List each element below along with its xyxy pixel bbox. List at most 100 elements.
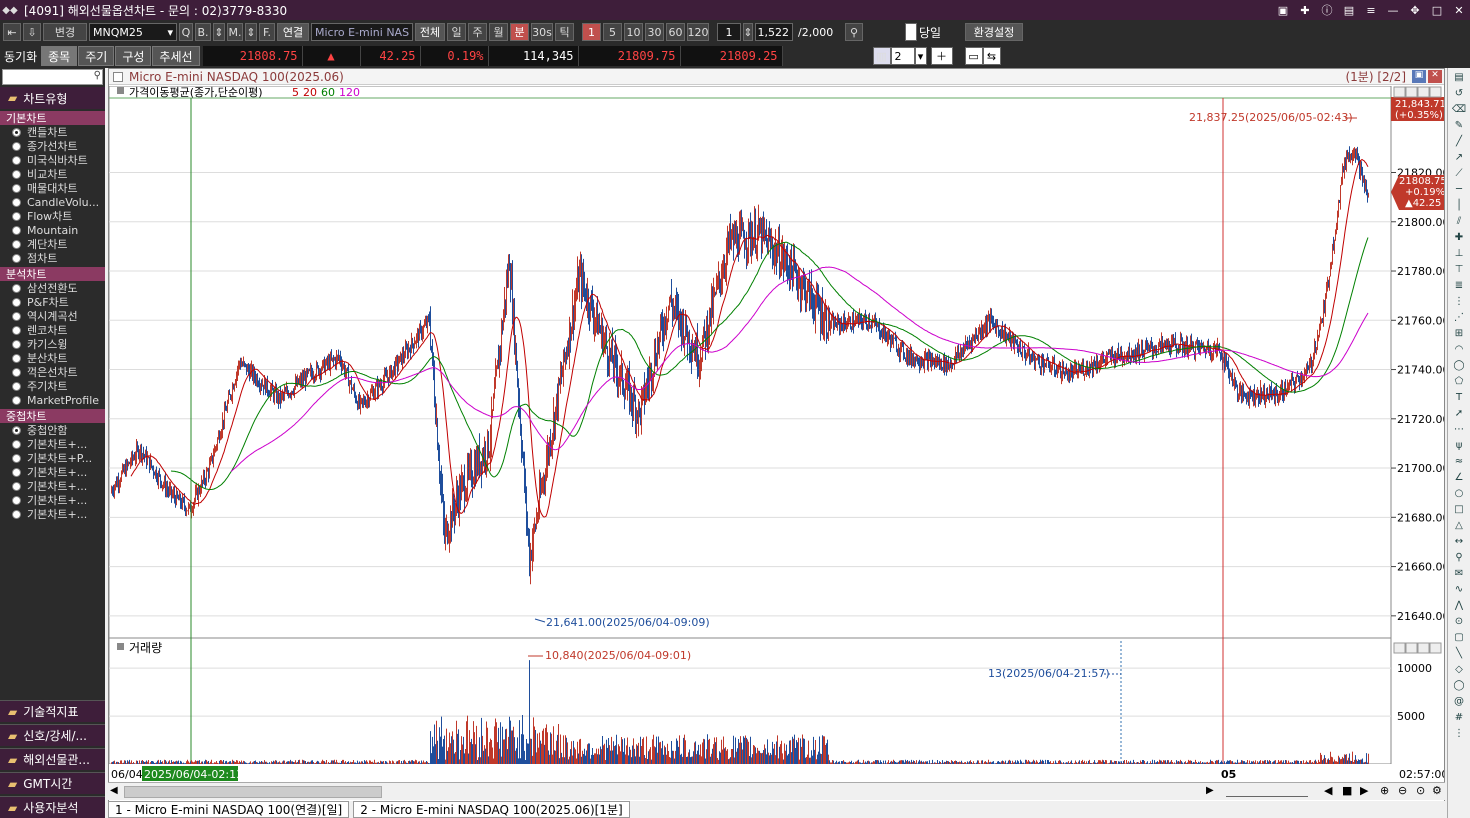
pitchfork-icon[interactable]: ψ: [1451, 438, 1467, 452]
radio-icon[interactable]: [12, 325, 21, 335]
pin-icon[interactable]: ✚: [1294, 0, 1316, 20]
sidebar-item[interactable]: 계단차트: [0, 237, 105, 251]
fib-ratio-icon[interactable]: ≣: [1451, 278, 1467, 292]
interval-5[interactable]: 5: [603, 23, 622, 41]
btn-b[interactable]: B.: [195, 23, 211, 41]
sidebar-search-input[interactable]: ⚲: [2, 69, 103, 85]
scroll-right-icon[interactable]: ▶: [1206, 785, 1214, 796]
sidebar-item[interactable]: 기본차트+P...: [0, 451, 105, 465]
radio-icon[interactable]: [12, 509, 21, 519]
sidebar-bottom-futures[interactable]: ▰ 해외선물관...: [0, 748, 105, 770]
circle-icon[interactable]: ○: [1451, 486, 1467, 500]
down-icon[interactable]: ⇩: [23, 23, 41, 41]
spiral-icon[interactable]: @: [1451, 694, 1467, 708]
channel-icon[interactable]: ⫽: [1451, 214, 1467, 228]
scroll-thumb[interactable]: [124, 786, 382, 798]
swap-icon[interactable]: ⇆: [982, 47, 1001, 65]
radio-icon[interactable]: [12, 467, 21, 477]
rect-icon[interactable]: □: [1451, 502, 1467, 516]
sidebar-bottom-indicators[interactable]: ▰ 기술적지표: [0, 700, 105, 722]
btn-q[interactable]: Q: [179, 23, 193, 41]
interval-input[interactable]: 1: [717, 23, 741, 41]
cycle-icon[interactable]: ∿: [1451, 582, 1467, 596]
ray-icon[interactable]: ↗: [1451, 150, 1467, 164]
fan-icon[interactable]: ⋰: [1451, 310, 1467, 324]
radio-icon[interactable]: [12, 297, 21, 307]
magnifier-icon[interactable]: ⚲: [1451, 550, 1467, 564]
sidebar-item[interactable]: Flow차트: [0, 209, 105, 223]
radio-icon[interactable]: [12, 183, 21, 193]
radio-icon[interactable]: [12, 367, 21, 377]
triangle-icon[interactable]: △: [1451, 518, 1467, 532]
cross-icon[interactable]: ✚: [1451, 230, 1467, 244]
text-icon[interactable]: T: [1451, 390, 1467, 404]
zoom-reset-icon[interactable]: ⊙: [1416, 784, 1425, 797]
screen-icon[interactable]: ▣: [1272, 0, 1294, 20]
circle-2-icon[interactable]: ◯: [1451, 678, 1467, 692]
search-icon[interactable]: ⚲: [94, 70, 101, 81]
info-icon[interactable]: ⓘ: [1316, 0, 1338, 20]
measure-icon[interactable]: ↔: [1451, 534, 1467, 548]
settings-button[interactable]: 환경설정: [965, 23, 1023, 41]
sidebar-item[interactable]: Mountain: [0, 223, 105, 237]
gear-icon[interactable]: ⚙: [1432, 784, 1442, 797]
sidebar-item[interactable]: 분산차트: [0, 351, 105, 365]
scroll-left-icon[interactable]: ◀: [110, 785, 118, 796]
radio-icon[interactable]: [12, 495, 21, 505]
period-day[interactable]: 일: [447, 23, 466, 41]
sidebar-item[interactable]: 기본차트+...: [0, 465, 105, 479]
sidebar-item[interactable]: 렌코차트: [0, 323, 105, 337]
pencil-icon[interactable]: ✎: [1451, 118, 1467, 132]
gann-icon[interactable]: ⊞: [1451, 326, 1467, 340]
layout-icon[interactable]: ▥: [872, 47, 891, 65]
move-icon[interactable]: ✥: [1404, 0, 1426, 20]
interval-120[interactable]: 120: [687, 23, 709, 41]
period-month[interactable]: 월: [489, 23, 508, 41]
radio-icon[interactable]: [12, 169, 21, 179]
menu-icon[interactable]: ≡: [1360, 0, 1382, 20]
save-icon[interactable]: ▭: [964, 47, 983, 65]
radio-icon[interactable]: [12, 127, 21, 137]
sidebar-item[interactable]: 꺽은선차트: [0, 365, 105, 379]
interval-60[interactable]: 60: [666, 23, 685, 41]
minimize-icon[interactable]: —: [1382, 0, 1404, 20]
radio-icon[interactable]: [12, 353, 21, 363]
more-icon[interactable]: ⋮: [1451, 726, 1467, 740]
vertical-bar-icon[interactable]: ⊥: [1451, 246, 1467, 260]
spin-icon[interactable]: ⇕: [743, 23, 753, 41]
spin-icon[interactable]: ⇕: [245, 23, 257, 41]
sidebar-item[interactable]: 삼선전환도: [0, 281, 105, 295]
radio-icon[interactable]: [12, 439, 21, 449]
interval-30[interactable]: 30: [645, 23, 664, 41]
polygon-icon[interactable]: ⬠: [1451, 374, 1467, 388]
radio-icon[interactable]: [12, 211, 21, 221]
sidebar-header[interactable]: ▰ 차트유형: [0, 87, 105, 109]
chart-scrollbar[interactable]: ◀ ▶ ◀ ■ ▶ ⊕ ⊖ ⊙ ⚙: [108, 782, 1445, 800]
radio-icon[interactable]: [12, 425, 21, 435]
grid-icon[interactable]: #: [1451, 710, 1467, 724]
btn-f[interactable]: F.: [259, 23, 275, 41]
line-2-icon[interactable]: ╲: [1451, 646, 1467, 660]
sidebar-item[interactable]: 점차트: [0, 251, 105, 265]
add-icon[interactable]: ＋: [930, 47, 953, 65]
sidebar-item[interactable]: 비교차트: [0, 167, 105, 181]
sidebar-item[interactable]: 종가선차트: [0, 139, 105, 153]
square-icon[interactable]: ▢: [1451, 630, 1467, 644]
symbol-input[interactable]: MNQM25 ▾: [89, 23, 177, 41]
interval-1[interactable]: 1: [582, 23, 601, 41]
line-icon[interactable]: ╱: [1451, 134, 1467, 148]
radio-icon[interactable]: [12, 197, 21, 207]
layout-count[interactable]: 2: [890, 47, 915, 65]
search-icon[interactable]: ⚲: [845, 23, 863, 41]
radio-icon[interactable]: [12, 253, 21, 263]
vertical-line-icon[interactable]: │: [1451, 198, 1467, 212]
radio-icon[interactable]: [12, 141, 21, 151]
arc-icon[interactable]: ◠: [1451, 342, 1467, 356]
radio-icon[interactable]: [12, 339, 21, 349]
stop-icon[interactable]: ■: [1342, 784, 1352, 797]
fib-time-icon[interactable]: ⋮: [1451, 294, 1467, 308]
sidebar-item[interactable]: 주기차트: [0, 379, 105, 393]
chart-canvas[interactable]: 21820.0021800.0021780.0021760.0021740.00…: [109, 86, 1444, 783]
cursor-icon[interactable]: ▤: [1451, 70, 1467, 84]
sidebar-item[interactable]: 매물대차트: [0, 181, 105, 195]
